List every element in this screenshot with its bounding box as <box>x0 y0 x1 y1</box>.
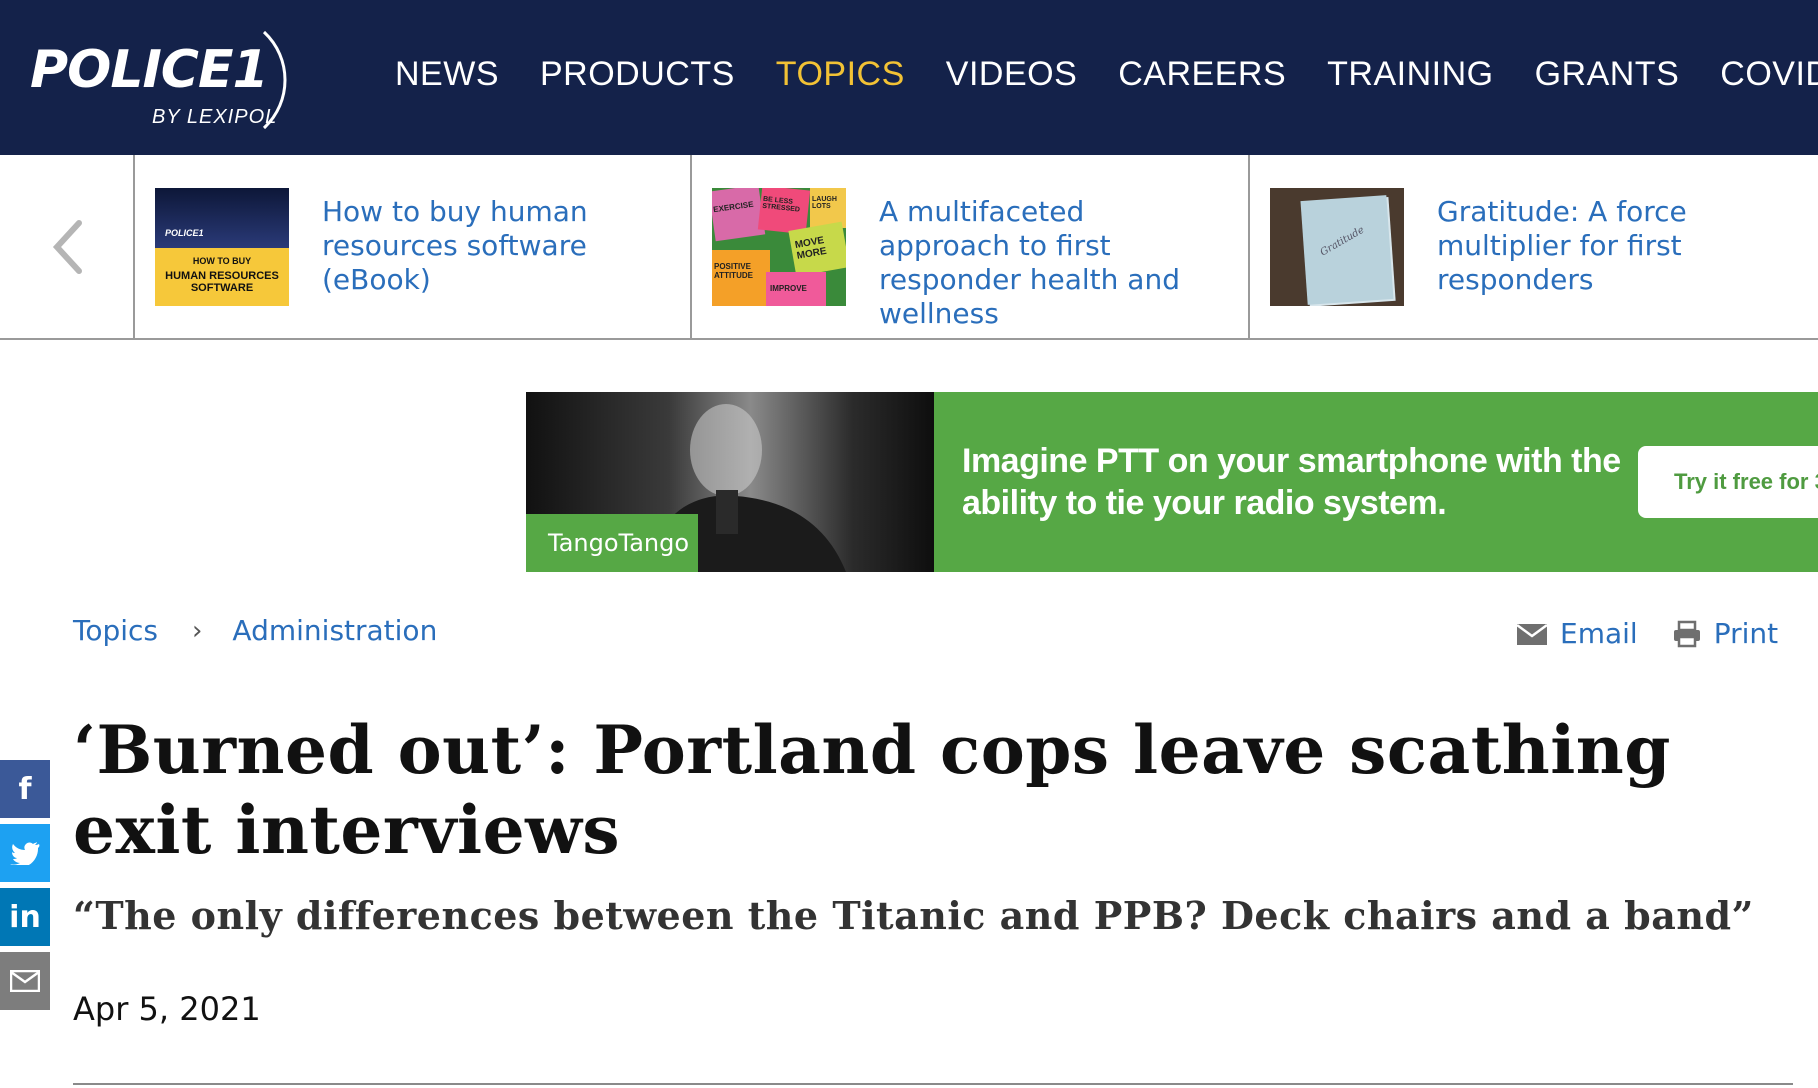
divider <box>73 1083 1793 1085</box>
sticky-note: MOVE MORE <box>788 221 846 277</box>
social-share-rail: f in <box>0 760 50 1016</box>
ad-text: Imagine PTT on your smartphone with the … <box>962 442 1621 522</box>
linkedin-share-button[interactable]: in <box>0 888 50 946</box>
nav-careers[interactable]: CAREERS <box>1118 52 1286 96</box>
related-articles-carousel: POLICE1 HOW TO BUY HUMAN RESOURCES SOFTW… <box>0 155 1818 340</box>
chevron-left-icon <box>52 219 82 274</box>
main-nav: NEWS PRODUCTS TOPICS VIDEOS CAREERS TRAI… <box>395 52 1818 96</box>
article-actions: Email Print <box>1516 617 1778 650</box>
breadcrumb-administration[interactable]: Administration <box>232 614 437 647</box>
nav-videos[interactable]: VIDEOS <box>946 52 1077 96</box>
carousel-card-hr-software[interactable]: POLICE1 HOW TO BUY HUMAN RESOURCES SOFTW… <box>135 155 692 338</box>
sticky-note: POSITIVE ATTITUDE <box>712 250 770 306</box>
facebook-icon: f <box>18 771 32 807</box>
police1-logo[interactable]: POLICE1 BY LEXIPOL <box>28 30 308 130</box>
linkedin-icon: in <box>9 899 41 935</box>
ad-brand-logo: TangoTango <box>526 514 698 572</box>
top-navigation-bar: POLICE1 BY LEXIPOL NEWS PRODUCTS TOPICS … <box>0 0 1818 155</box>
nav-training[interactable]: TRAINING <box>1327 52 1493 96</box>
carousel-card-wellness[interactable]: EXERCISE BE LESS STRESSED LAUGH LOTS MOV… <box>692 155 1250 338</box>
printer-icon <box>1673 620 1700 647</box>
envelope-icon <box>1516 623 1548 645</box>
logo-wordmark: POLICE1 <box>30 40 269 100</box>
card-title[interactable]: Gratitude: A force multiplier for first … <box>1437 195 1777 297</box>
thumb-logo: POLICE1 <box>165 228 204 238</box>
nav-topics[interactable]: TOPICS <box>776 52 905 96</box>
card-thumbnail-journal: Gratitude <box>1270 188 1404 306</box>
breadcrumb: Topics › Administration <box>73 614 437 647</box>
thumb-line-1: HOW TO BUY <box>192 256 252 266</box>
card-title[interactable]: A multifaceted approach to first respond… <box>879 195 1219 331</box>
logo-arc-icon <box>262 30 287 130</box>
facebook-share-button[interactable]: f <box>0 760 50 818</box>
ad-cta-button[interactable]: Try it free for 30 <box>1638 446 1818 518</box>
card-thumbnail-ebook: POLICE1 HOW TO BUY HUMAN RESOURCES SOFTW… <box>155 188 289 306</box>
email-label: Email <box>1560 617 1638 650</box>
twitter-share-button[interactable] <box>0 824 50 882</box>
print-label: Print <box>1713 617 1779 650</box>
print-button[interactable]: Print <box>1672 617 1778 650</box>
email-share-button[interactable] <box>0 952 50 1010</box>
thumb-line-2: HUMAN RESOURCES SOFTWARE <box>165 270 279 294</box>
sticky-note: IMPROVE <box>766 272 826 306</box>
carousel-card-gratitude[interactable]: Gratitude Gratitude: A force multiplier … <box>1250 155 1818 338</box>
mail-icon <box>10 970 40 992</box>
card-thumbnail-sticky-notes: EXERCISE BE LESS STRESSED LAUGH LOTS MOV… <box>712 188 846 306</box>
email-button[interactable]: Email <box>1516 617 1638 650</box>
nav-news[interactable]: NEWS <box>395 52 499 96</box>
article-subhead: “The only differences between the Titani… <box>73 893 1754 938</box>
twitter-icon <box>10 842 40 865</box>
article-date: Apr 5, 2021 <box>73 990 261 1028</box>
advertisement-banner[interactable]: TangoTango Imagine PTT on your smartphon… <box>526 392 1818 572</box>
article-headline: ‘Burned out’: Portland cops leave scathi… <box>73 711 1671 869</box>
card-title[interactable]: How to buy human resources software (eBo… <box>322 195 662 297</box>
carousel-prev-button[interactable] <box>0 155 135 338</box>
breadcrumb-separator: › <box>192 615 203 646</box>
nav-grants[interactable]: GRANTS <box>1535 52 1680 96</box>
nav-products[interactable]: PRODUCTS <box>540 52 735 96</box>
sticky-note: EXERCISE <box>712 188 766 242</box>
nav-covid-19[interactable]: COVID-19 <box>1720 52 1818 96</box>
breadcrumb-topics[interactable]: Topics <box>73 614 158 647</box>
